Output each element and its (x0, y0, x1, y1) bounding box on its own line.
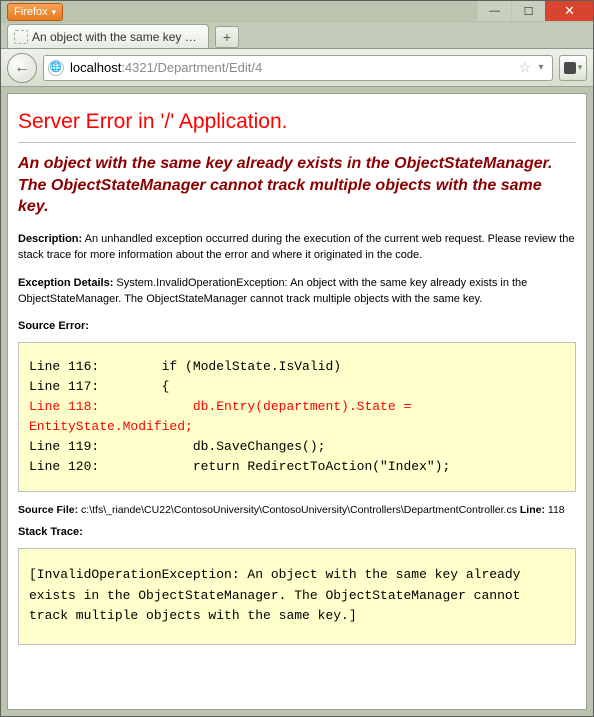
chevron-down-icon: ▾ (578, 62, 583, 73)
back-button[interactable]: ← (7, 53, 37, 83)
new-tab-button[interactable]: + (215, 26, 239, 48)
tab-active[interactable]: An object with the same key already exis… (7, 24, 209, 48)
stack-trace-box: [InvalidOperationException: An object wi… (18, 548, 576, 644)
close-button[interactable]: ✕ (545, 1, 593, 21)
globe-icon: 🌐 (48, 60, 64, 76)
tab-title: An object with the same key already exis… (32, 30, 202, 44)
page-title: Server Error in '/' Application. (18, 110, 576, 134)
error-message: An object with the same key already exis… (18, 153, 576, 218)
viewport: Server Error in '/' Application. An obje… (1, 87, 593, 716)
line-label: Line: (520, 504, 545, 516)
url-dropdown-icon[interactable]: ▾ (534, 62, 548, 73)
maximize-button[interactable]: ☐ (511, 1, 545, 21)
exception-block: Exception Details: System.InvalidOperati… (18, 276, 576, 308)
home-button[interactable]: ▾ (559, 55, 587, 81)
home-icon (564, 62, 576, 74)
minimize-button[interactable]: — (477, 1, 511, 21)
code-highlight: Line 118: db.Entry(department).State = E… (29, 399, 419, 434)
browser-window: Firefox ▾ — ☐ ✕ An object with the same … (0, 0, 594, 717)
source-file-text: c:\tfs\_riande\CU22\ContosoUniversity\Co… (78, 504, 520, 516)
description-text: An unhandled exception occurred during t… (18, 233, 574, 261)
source-file-line: Source File: c:\tfs\_riande\CU22\Contoso… (18, 504, 576, 516)
arrow-left-icon: ← (14, 59, 30, 77)
stack-trace-text: [InvalidOperationException: An object wi… (29, 567, 528, 622)
exception-label: Exception Details: (18, 277, 113, 289)
code-post: Line 119: db.SaveChanges(); Line 120: re… (29, 439, 450, 474)
titlebar: Firefox ▾ — ☐ ✕ (1, 1, 593, 23)
url-text: localhost:4321/Department/Edit/4 (70, 60, 516, 75)
description-block: Description: An unhandled exception occu… (18, 232, 576, 264)
code-pre: Line 116: if (ModelState.IsValid) Line 1… (29, 359, 341, 394)
url-host: localhost (70, 60, 121, 75)
chevron-down-icon: ▾ (52, 4, 57, 20)
error-page: Server Error in '/' Application. An obje… (7, 93, 587, 710)
divider (18, 142, 576, 143)
window-controls: — ☐ ✕ (477, 1, 593, 23)
firefox-menu-label: Firefox (14, 4, 48, 20)
titlebar-spacer (63, 1, 477, 23)
stack-trace-label: Stack Trace: (18, 526, 576, 538)
favicon-icon (14, 30, 28, 44)
source-error-code: Line 116: if (ModelState.IsValid) Line 1… (18, 342, 576, 493)
close-icon: ✕ (564, 3, 575, 19)
line-text: 118 (545, 504, 565, 516)
bookmark-star-icon[interactable]: ☆ (516, 59, 534, 76)
plus-icon: + (223, 29, 231, 45)
url-bar[interactable]: 🌐 localhost:4321/Department/Edit/4 ☆ ▾ (43, 55, 553, 81)
titlebar-left: Firefox ▾ (1, 1, 63, 23)
description-label: Description: (18, 233, 82, 245)
tab-bar: An object with the same key already exis… (1, 23, 593, 49)
maximize-icon: ☐ (524, 5, 534, 18)
minimize-icon: — (489, 5, 500, 17)
nav-toolbar: ← 🌐 localhost:4321/Department/Edit/4 ☆ ▾… (1, 49, 593, 87)
source-file-label: Source File: (18, 504, 78, 516)
url-path: :4321/Department/Edit/4 (121, 60, 262, 75)
firefox-menu-button[interactable]: Firefox ▾ (7, 3, 63, 21)
source-error-label: Source Error: (18, 320, 576, 332)
